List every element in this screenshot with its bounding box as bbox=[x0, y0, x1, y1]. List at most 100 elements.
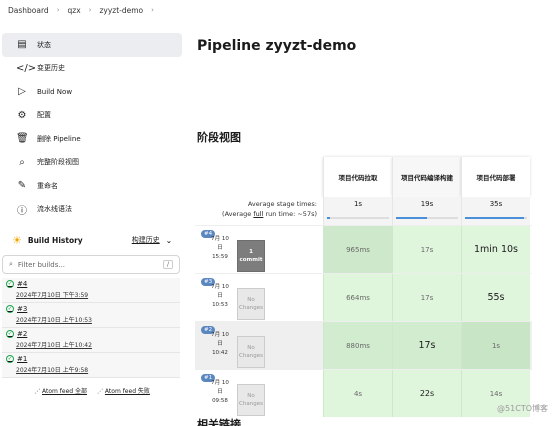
build-history-title: Build History bbox=[27, 235, 83, 245]
build-run-row[interactable]: #3 7月 10 日 10:53 No Changes 664ms 17s 55s bbox=[195, 273, 532, 321]
stage-view-title: 阶段视图 bbox=[197, 131, 241, 144]
changes-box[interactable]: 1 commit bbox=[237, 240, 265, 272]
stage-cell[interactable]: 4s bbox=[323, 370, 392, 417]
build-history-header: ☀ Build History 构建历史 ⌄ bbox=[2, 229, 182, 251]
changes-box[interactable]: No Changes bbox=[237, 288, 265, 320]
average-time: 19s bbox=[392, 197, 461, 225]
sidebar-item-rename[interactable]: ✎ 重命名 bbox=[2, 174, 182, 198]
code-icon: </> bbox=[16, 62, 37, 74]
sidebar: ▤ 状态 </> 变更历史 ▷ Build Now ⚙ 配置 🗑 删除 Pipe… bbox=[2, 33, 182, 395]
average-bar-fill bbox=[327, 217, 331, 219]
build-filter-input[interactable]: ⌕ Filter builds... / bbox=[2, 255, 180, 274]
sidebar-item-label: Build Now bbox=[37, 87, 73, 96]
success-icon: ✓ bbox=[6, 330, 14, 338]
build-number[interactable]: #3 bbox=[17, 305, 27, 313]
build-run-row[interactable]: #1 7月 10 日 09:58 No Changes 4s 22s 14s bbox=[195, 369, 532, 417]
sidebar-item-changes[interactable]: </> 变更历史 bbox=[2, 57, 182, 81]
stage-view-table: 项目代码拉取 项目代码编译构建 项目代码部署 Average stage tim… bbox=[195, 157, 532, 417]
build-date: 7月 10 日 10:53 bbox=[211, 284, 229, 308]
chevron-right-icon: › bbox=[88, 6, 92, 14]
build-run-row[interactable]: #2 7月 10 日 10:42 No Changes 880ms 17s 1s bbox=[195, 321, 532, 369]
success-icon: ✓ bbox=[6, 305, 14, 313]
stage-cell[interactable]: 17s bbox=[392, 274, 461, 321]
breadcrumb-job[interactable]: zyyzt-demo bbox=[99, 6, 143, 15]
stage-cell[interactable]: 880ms bbox=[323, 322, 392, 369]
sidebar-item-label: 完整阶段视图 bbox=[37, 158, 79, 167]
shortcut-key: / bbox=[162, 260, 173, 269]
build-history-row[interactable]: ✓ #2 2024年7月10日 上午10:42 bbox=[2, 328, 180, 353]
build-date: 7月 10 日 15:59 bbox=[211, 236, 229, 260]
pencil-icon: ✎ bbox=[17, 180, 27, 192]
stage-cell[interactable]: 55s bbox=[461, 274, 530, 321]
sidebar-item-pipeline-syntax[interactable]: ⓘ 流水线语法 bbox=[2, 198, 182, 222]
sidebar-item-build-now[interactable]: ▷ Build Now bbox=[2, 80, 182, 104]
build-date[interactable]: 2024年7月10日 上午10:42 bbox=[6, 340, 180, 349]
success-icon: ✓ bbox=[6, 355, 14, 363]
chevron-down-icon[interactable]: ⌄ bbox=[166, 236, 172, 245]
related-links-title: 相关链接 bbox=[197, 418, 241, 426]
sidebar-item-status[interactable]: ▤ 状态 bbox=[2, 33, 182, 57]
stage-header: 项目代码部署 bbox=[461, 157, 530, 197]
stage-cell[interactable]: 17s bbox=[392, 226, 461, 273]
sidebar-item-label: 变更历史 bbox=[37, 64, 65, 73]
watermark: @51CTO博客 bbox=[497, 404, 548, 413]
breadcrumb-dashboard[interactable]: Dashboard bbox=[8, 6, 49, 15]
sidebar-item-delete[interactable]: 🗑 删除 Pipeline bbox=[2, 127, 182, 151]
sidebar-item-label: 删除 Pipeline bbox=[37, 134, 81, 143]
rss-icon: ⋰ bbox=[34, 388, 41, 395]
breadcrumb-folder[interactable]: qzx bbox=[68, 6, 81, 15]
build-number[interactable]: #2 bbox=[17, 330, 27, 338]
document-icon: ▤ bbox=[17, 39, 27, 51]
breadcrumb: Dashboard › qzx › zyyzt-demo › bbox=[8, 4, 154, 16]
build-history-row[interactable]: ✓ #4 2024年7月10日 下午3:59 bbox=[2, 278, 180, 303]
sidebar-item-label: 状态 bbox=[37, 40, 51, 49]
search-icon: ⌕ bbox=[9, 260, 13, 268]
average-time: 1s bbox=[323, 197, 392, 225]
sidebar-item-full-stage-view[interactable]: ⌕ 完整阶段视图 bbox=[2, 151, 182, 175]
stage-cell[interactable]: 22s bbox=[392, 370, 461, 417]
build-date[interactable]: 2024年7月10日 下午3:59 bbox=[6, 290, 180, 299]
chevron-right-icon[interactable]: › bbox=[151, 6, 154, 14]
build-date: 7月 10 日 09:58 bbox=[211, 380, 229, 404]
build-date[interactable]: 2024年7月10日 上午9:58 bbox=[6, 365, 180, 374]
changes-box[interactable]: No Changes bbox=[237, 336, 265, 368]
average-label: Average stage times: (Average full run t… bbox=[222, 200, 317, 218]
stage-cell[interactable]: 1min 10s bbox=[461, 226, 530, 273]
build-date: 7月 10 日 10:42 bbox=[211, 332, 229, 356]
build-number[interactable]: #4 bbox=[17, 280, 27, 288]
gear-icon: ⚙ bbox=[17, 109, 27, 121]
help-icon: ⓘ bbox=[17, 205, 27, 217]
atom-feed-failed-link[interactable]: Atom feed 失败 bbox=[105, 388, 150, 395]
stage-cell[interactable]: 1s bbox=[461, 322, 530, 369]
stage-header: 项目代码拉取 bbox=[323, 157, 392, 197]
sidebar-item-label: 流水线语法 bbox=[37, 205, 72, 214]
stage-cell[interactable]: 664ms bbox=[323, 274, 392, 321]
build-number[interactable]: #1 bbox=[17, 355, 27, 363]
build-history-row[interactable]: ✓ #3 2024年7月10日 上午10:53 bbox=[2, 303, 180, 328]
chevron-right-icon: › bbox=[56, 6, 60, 14]
build-date[interactable]: 2024年7月10日 上午10:53 bbox=[6, 315, 180, 324]
stage-cell[interactable]: 965ms bbox=[323, 226, 392, 273]
atom-feeds: ⋰ Atom feed 全部 ⋰ Atom feed 失败 bbox=[2, 386, 182, 395]
rss-icon: ⋰ bbox=[97, 388, 103, 395]
sidebar-item-label: 配置 bbox=[37, 111, 51, 120]
average-bar-fill bbox=[396, 217, 427, 219]
average-time: 35s bbox=[461, 197, 530, 225]
average-times-row: Average stage times: (Average full run t… bbox=[195, 197, 532, 225]
atom-feed-all-link[interactable]: Atom feed 全部 bbox=[42, 388, 87, 395]
sun-icon: ☀ bbox=[12, 233, 22, 247]
filter-placeholder: Filter builds... bbox=[17, 260, 66, 269]
stage-header-row: 项目代码拉取 项目代码编译构建 项目代码部署 bbox=[195, 157, 532, 197]
stage-header: 项目代码编译构建 bbox=[392, 157, 461, 197]
full-run-link[interactable]: full bbox=[253, 210, 263, 218]
success-icon: ✓ bbox=[6, 280, 14, 288]
sidebar-item-configure[interactable]: ⚙ 配置 bbox=[2, 104, 182, 128]
stage-cell[interactable]: 17s bbox=[392, 322, 461, 369]
average-bar bbox=[465, 217, 527, 219]
search-icon: ⌕ bbox=[19, 156, 25, 168]
changes-box[interactable]: No Changes bbox=[237, 384, 265, 416]
build-run-row[interactable]: #4 7月 10 日 15:59 1 commit 965ms 17s 1min 1… bbox=[195, 225, 532, 273]
build-trend-link[interactable]: 构建历史 bbox=[132, 235, 160, 245]
page-title: Pipeline zyyzt-demo bbox=[197, 38, 357, 54]
build-history-row[interactable]: ✓ #1 2024年7月10日 上午9:58 bbox=[2, 353, 180, 378]
